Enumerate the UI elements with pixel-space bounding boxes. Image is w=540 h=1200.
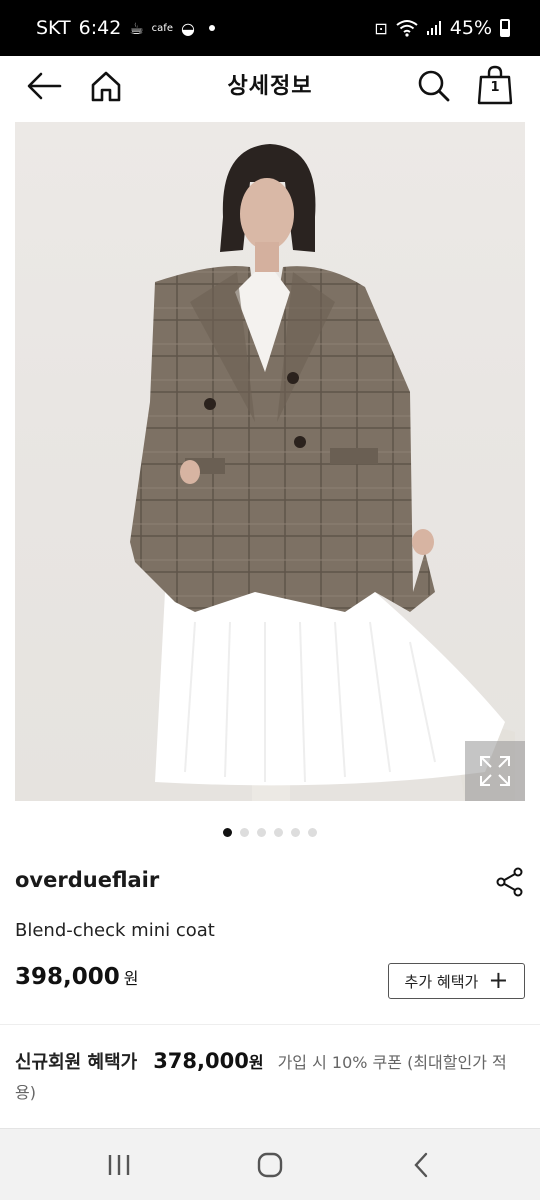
share-button[interactable] [494,866,526,898]
system-back-button[interactable] [401,1147,441,1183]
app-header: 상세정보 1 [0,56,540,118]
expand-icon [480,756,510,786]
member-benefit-label: 신규회원 혜택가 [15,1052,138,1073]
member-benefit: 신규회원 혜택가 378,000원 가입 시 10% 쿠폰 (최대할인가 적용) [15,1046,527,1108]
home-circle-icon [257,1152,283,1178]
home-icon [91,71,121,102]
back-button[interactable] [24,66,64,106]
price-currency: 원 [123,969,139,988]
plus-icon: + [488,966,509,994]
status-right: ⊡ 45% [374,17,510,39]
recent-apps-button[interactable] [99,1147,139,1183]
battery-saver-icon: ⊡ [374,18,388,38]
wifi-icon [396,20,418,37]
status-bar: SKT 6:42 ☕ cafe ◒ ⊡ 45% [0,0,540,56]
member-benefit-currency: 원 [248,1053,264,1072]
model-photo [130,144,515,801]
pager-dot[interactable] [257,828,266,837]
recent-apps-icon [108,1155,130,1175]
bowl-icon: ◒ [180,18,195,38]
pager-dot-active[interactable] [223,828,232,837]
product-name: Blend-check mini coat [15,920,215,941]
divider [0,1024,540,1025]
pager-dot[interactable] [308,828,317,837]
product-price: 398,000 원 [15,964,139,990]
product-image[interactable] [15,122,525,801]
cart-count-badge: 1 [490,80,500,95]
extra-benefit-button[interactable]: 추가 혜택가 + [388,963,525,999]
arrow-left-icon [27,72,62,100]
brand-name[interactable]: overdueflair [15,868,159,892]
battery-icon [500,19,510,37]
battery-percent: 45% [449,17,492,39]
zoom-button[interactable] [465,741,525,801]
status-left: SKT 6:42 ☕ cafe ◒ [36,17,215,39]
chevron-left-icon [414,1152,428,1178]
page-title: 상세정보 [227,74,313,99]
system-nav-bar [0,1128,540,1200]
home-nav-button[interactable] [250,1147,290,1183]
search-icon [418,70,450,102]
pager-dot[interactable] [291,828,300,837]
pager-dot[interactable] [240,828,249,837]
clock: 6:42 [78,17,122,39]
member-benefit-price: 378,000 [153,1049,249,1073]
search-button[interactable] [414,64,454,108]
share-icon [496,867,523,897]
coffee-icon: ☕ [129,18,144,38]
gallery-pager [0,828,540,837]
signal-icon [426,21,441,35]
price-value: 398,000 [15,964,120,990]
cafe-label: cafe [151,22,173,34]
extra-benefit-label: 추가 혜택가 [404,972,479,991]
cart-button[interactable]: 1 [474,62,516,108]
pager-dot[interactable] [274,828,283,837]
carrier-label: SKT [36,17,71,39]
home-button[interactable] [86,64,126,108]
notification-dot-icon [208,25,215,31]
